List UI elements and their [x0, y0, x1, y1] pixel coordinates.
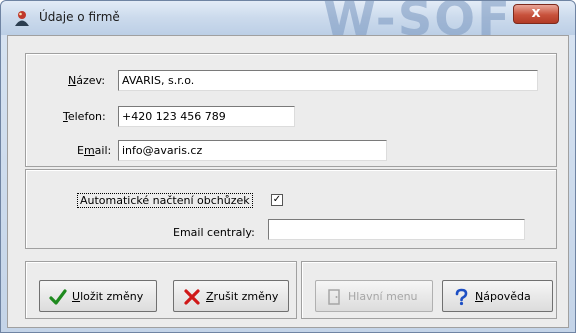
save-changes-button[interactable]: Uložit změny — [39, 280, 157, 312]
main-menu-label: Hlavní menu — [348, 290, 418, 303]
brand-watermark: W-SOF — [323, 1, 512, 35]
help-button[interactable]: Nápověda — [442, 280, 553, 312]
phone-label: Telefon: — [63, 110, 106, 123]
cancel-changes-button[interactable]: Zrušit změny — [173, 280, 289, 312]
window-title: Údaje o firmě — [39, 10, 120, 24]
email-input[interactable]: info@avaris.cz — [118, 140, 387, 161]
door-icon — [328, 289, 340, 305]
phone-input[interactable]: +420 123 456 789 — [118, 106, 295, 127]
close-icon: x — [531, 5, 541, 21]
cross-icon — [184, 289, 200, 305]
name-label: Název: — [68, 74, 106, 87]
help-label: Nápověda — [475, 290, 531, 303]
main-menu-button[interactable]: Hlavní menu — [315, 280, 433, 312]
cancel-changes-label: Zrušit změny — [206, 290, 279, 303]
save-changes-label: Uložit změny — [72, 290, 144, 303]
auto-load-checkbox[interactable]: ✓ — [271, 194, 283, 206]
email-label: Email: — [77, 144, 112, 157]
company-info-window: Údaje o firmě W-SOF x Název: AVARIS, s.r… — [0, 0, 576, 333]
question-icon — [455, 288, 468, 306]
check-icon — [49, 289, 67, 305]
close-button[interactable]: x — [513, 4, 559, 24]
title-bar[interactable]: Údaje o firmě W-SOF x — [1, 1, 575, 35]
central-email-input[interactable] — [268, 219, 525, 240]
company-icon — [15, 11, 29, 26]
name-input[interactable]: AVARIS, s.r.o. — [118, 70, 538, 91]
central-email-label: Email centraly: — [173, 226, 255, 239]
checkmark-icon: ✓ — [272, 194, 282, 205]
auto-load-label[interactable]: Automatické načtení obchůzek — [77, 193, 253, 208]
